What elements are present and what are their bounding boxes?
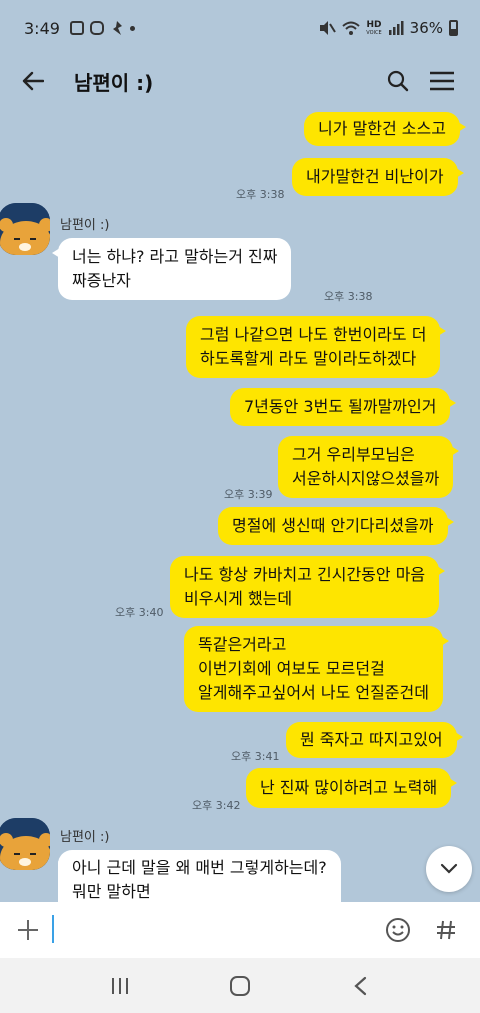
message-bubble-mine[interactable]: 명절에 생신때 안기다리셨을까	[218, 507, 454, 545]
back-nav-button[interactable]	[340, 966, 380, 1006]
message-text: 그럼 나같으면 나도 한번이라도 더	[200, 325, 427, 344]
message-time: 오후 3:40	[115, 606, 164, 619]
message-input-bar	[0, 902, 480, 958]
message-time: 오후 3:39	[224, 488, 273, 501]
message-time: 오후 3:38	[236, 188, 285, 201]
text-cursor	[52, 915, 54, 943]
more-notifications-icon	[129, 25, 135, 31]
gallery-notification-icon	[69, 21, 84, 35]
message-text: 나도 항상 카바치고 긴시간동안 마음	[184, 565, 426, 584]
sender-name: 남편이 :)	[60, 218, 110, 233]
message-bubble-mine[interactable]: 내가말한건 비난이가	[292, 158, 464, 196]
message-text: 이번기회에 여보도 모르던걸	[198, 659, 385, 678]
message-text: 아니 근데 말을 왜 매번 그렇게하는데?	[72, 858, 327, 877]
message-bubble-other[interactable]: 너는 하냐? 라고 말하는거 진짜 짜증난자	[51, 238, 292, 300]
chat-header: 남편이 :)	[0, 56, 480, 106]
message-text: 그거 우리부모님은	[292, 445, 415, 464]
message-bubble-mine[interactable]: 니가 말한건 소스고	[304, 112, 466, 146]
emoji-button[interactable]	[378, 910, 418, 950]
message-bubble-mine[interactable]: 뭔 죽자고 따지고있어	[286, 722, 463, 758]
message-text: 7년동안 3번도 될까말까인거	[244, 397, 437, 416]
chat-title: 남편이 :)	[74, 70, 154, 95]
message-bubble-mine[interactable]: 난 진짜 많이하려고 노력해	[246, 768, 458, 808]
search-icon	[387, 70, 409, 92]
battery-icon	[449, 20, 458, 36]
status-bar: 3:49 HD VOICE 36%	[0, 0, 480, 56]
menu-button[interactable]	[422, 61, 462, 101]
message-text: 알게해주고싶어서 나도 언질준건데	[198, 683, 429, 702]
system-nav-bar	[0, 958, 480, 1013]
message-input[interactable]	[52, 912, 370, 948]
instagram-notification-icon	[89, 21, 104, 35]
app-notification-icon	[112, 21, 122, 35]
chevron-down-icon	[440, 863, 458, 874]
message-time: 오후 3:41	[231, 750, 280, 763]
battery-percent: 36%	[409, 19, 443, 37]
avatar[interactable]	[0, 818, 50, 870]
hd-voice-label: HD	[366, 19, 382, 30]
message-text: 뭐만 말하면	[72, 882, 151, 901]
plus-icon	[18, 920, 38, 940]
message-text: 너는 하냐? 라고 말하는거 진짜	[72, 247, 278, 266]
message-text: 똑같은거라고	[198, 635, 287, 654]
back-arrow-icon	[22, 71, 44, 91]
message-bubble-mine[interactable]: 그거 우리부모님은 서운하시지않으셨을까	[278, 436, 460, 498]
message-bubble-mine[interactable]: 똑같은거라고 이번기회에 여보도 모르던걸 알게해주고싶어서 나도 언질준건데	[184, 626, 449, 712]
message-text: 니가 말한건 소스고	[318, 119, 446, 138]
sender-name: 남편이 :)	[60, 830, 110, 845]
message-text: 비우시게 했는데	[184, 589, 293, 608]
message-bubble-mine[interactable]: 7년동안 3번도 될까말까인거	[230, 388, 457, 426]
message-text: 명절에 생신때 안기다리셨을까	[232, 516, 434, 535]
search-button[interactable]	[378, 61, 418, 101]
emoji-icon	[386, 918, 410, 942]
status-time: 3:49	[24, 18, 60, 38]
message-time: 오후 3:38	[324, 290, 373, 303]
message-text: 난 진짜 많이하려고 노력해	[260, 778, 438, 797]
avatar[interactable]	[0, 203, 50, 255]
menu-icon	[430, 71, 454, 91]
recents-button[interactable]	[100, 966, 140, 1006]
message-text: 서운하시지않으셨을까	[292, 469, 440, 488]
mute-icon	[320, 21, 337, 35]
message-bubble-mine[interactable]: 나도 항상 카바치고 긴시간동안 마음 비우시게 했는데	[170, 556, 446, 618]
back-nav-icon	[354, 976, 367, 995]
home-icon	[230, 975, 250, 996]
ryan-character-icon	[0, 818, 50, 870]
signal-icon	[388, 21, 404, 35]
message-text: 내가말한건 비난이가	[306, 167, 444, 186]
message-bubble-mine[interactable]: 그럼 나같으면 나도 한번이라도 더 하도록할게 라도 말이라도하겠다	[186, 316, 447, 378]
hash-icon	[437, 920, 455, 940]
message-bubble-other[interactable]: 아니 근데 말을 왜 매번 그렇게하는데? 뭐만 말하면	[58, 850, 341, 902]
hd-voice-sub: VOICE	[366, 29, 382, 36]
home-button[interactable]	[220, 966, 260, 1006]
message-text: 짜증난자	[72, 271, 131, 290]
attach-button[interactable]	[14, 916, 42, 944]
message-text: 하도록할게 라도 말이라도하겠다	[200, 349, 417, 368]
message-text: 뭔 죽자고 따지고있어	[300, 730, 443, 749]
scroll-to-bottom-button[interactable]	[426, 846, 472, 892]
ryan-character-icon	[0, 203, 50, 255]
wifi-icon	[342, 21, 360, 35]
message-time: 오후 3:42	[192, 799, 241, 812]
hash-button[interactable]	[426, 910, 466, 950]
back-button[interactable]	[18, 66, 48, 96]
recents-icon	[112, 977, 128, 994]
